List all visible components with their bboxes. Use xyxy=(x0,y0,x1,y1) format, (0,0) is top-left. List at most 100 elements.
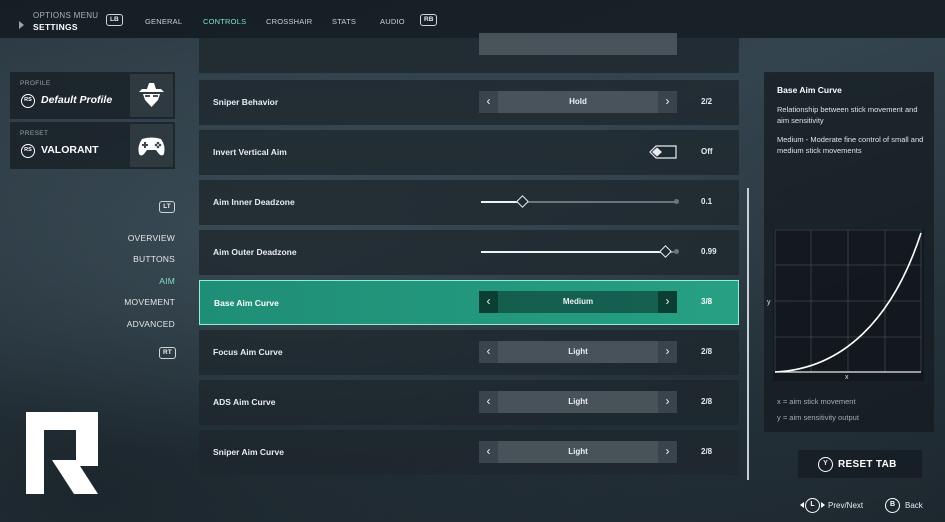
chevron-right-icon[interactable]: › xyxy=(658,291,677,313)
breadcrumb-arrow-icon xyxy=(19,21,24,29)
setting-row-ads-aim-curve[interactable]: ADS Aim Curve ‹ Light › 2/8 xyxy=(199,380,739,425)
brand-logo-icon xyxy=(26,412,98,494)
aim-curve-graph xyxy=(773,229,924,381)
profile-name: Default Profile xyxy=(41,94,113,106)
preset-name: VALORANT xyxy=(41,144,99,156)
chevron-right-icon[interactable]: › xyxy=(658,391,677,413)
option-value: Light xyxy=(568,447,588,456)
slider-end xyxy=(674,249,679,254)
rs-button-icon: RS xyxy=(21,144,35,158)
setting-label: Base Aim Curve xyxy=(214,298,279,308)
profile-card[interactable]: PROFILE RS Default Profile xyxy=(10,72,175,119)
setting-row-invert-vertical-aim[interactable]: Invert Vertical Aim Off xyxy=(199,130,739,175)
option-value: Hold xyxy=(569,97,587,106)
preset-caption: PRESET xyxy=(20,130,49,137)
page-title: SETTINGS xyxy=(33,22,78,32)
right-arrow-icon xyxy=(821,502,825,508)
setting-label: ADS Aim Curve xyxy=(213,397,276,407)
option-count: 2/8 xyxy=(701,447,713,456)
nav-buttons[interactable]: BUTTONS xyxy=(133,254,175,264)
option-cycler[interactable]: ‹ Light › xyxy=(479,391,677,413)
option-cycler[interactable]: ‹ Hold › xyxy=(479,91,677,113)
setting-row-sniper-behavior[interactable]: Sniper Behavior ‹ Hold › 2/2 xyxy=(199,80,739,125)
nav-overview[interactable]: OVERVIEW xyxy=(128,233,175,243)
option-cycler[interactable]: ‹ Light › xyxy=(479,341,677,363)
nav-aim[interactable]: AIM xyxy=(159,276,175,286)
rb-button-hint[interactable]: RB xyxy=(420,14,438,26)
info-description: Relationship between stick movement and … xyxy=(777,105,918,125)
top-bar: OPTIONS MENU SETTINGS LB GENERAL CONTROL… xyxy=(0,0,945,38)
setting-label: Aim Outer Deadzone xyxy=(213,247,297,257)
back-hint[interactable]: Back xyxy=(905,501,923,510)
option-value: Light xyxy=(568,397,588,406)
setting-row-sniper-aim-curve[interactable]: Sniper Aim Curve ‹ Light › 2/8 xyxy=(199,430,739,475)
tab-crosshair[interactable]: CROSSHAIR xyxy=(266,17,312,26)
slider-track[interactable] xyxy=(481,195,679,208)
graph-note-x: x = aim stick movement xyxy=(777,397,856,406)
chevron-right-icon[interactable]: › xyxy=(658,341,677,363)
info-title: Base Aim Curve xyxy=(777,85,842,95)
nav-movement[interactable]: MOVEMENT xyxy=(124,297,175,307)
reset-tab-label: RESET TAB xyxy=(838,459,897,470)
slider-track[interactable] xyxy=(481,245,679,258)
prev-next-hint[interactable]: Prev/Next xyxy=(828,501,863,510)
option-value: Medium xyxy=(562,297,594,306)
toggle-state: Off xyxy=(701,147,713,156)
chevron-right-icon[interactable]: › xyxy=(658,91,677,113)
agent-avatar-icon xyxy=(130,74,173,117)
tab-controls[interactable]: CONTROLS xyxy=(203,17,246,26)
setting-row-aim-inner-deadzone[interactable]: Aim Inner Deadzone 0.1 xyxy=(199,180,739,225)
option-count: 2/8 xyxy=(701,347,713,356)
setting-label: Sniper Aim Curve xyxy=(213,447,285,457)
chevron-left-icon[interactable]: ‹ xyxy=(479,391,498,413)
option-count: 2/2 xyxy=(701,97,713,106)
scrollbar[interactable] xyxy=(747,188,749,480)
option-count: 2/8 xyxy=(701,397,713,406)
breadcrumb-parent[interactable]: OPTIONS MENU xyxy=(33,11,98,20)
reset-tab-button[interactable]: Y RESET TAB xyxy=(798,450,922,478)
setting-row-base-aim-curve[interactable]: Base Aim Curve ‹ Medium › 3/8 xyxy=(199,280,739,325)
rs-button-icon: RS xyxy=(21,94,35,108)
slider-fill xyxy=(481,251,666,253)
setting-row-focus-aim-curve[interactable]: Focus Aim Curve ‹ Light › 2/8 xyxy=(199,330,739,375)
toggle-switch[interactable] xyxy=(649,145,677,159)
slider-value: 0.1 xyxy=(701,197,713,206)
graph-note-y: y = aim sensitivity output xyxy=(777,413,859,422)
slider-knob[interactable] xyxy=(659,245,673,258)
lb-button-hint[interactable]: LB xyxy=(106,14,123,26)
gamepad-icon xyxy=(130,124,173,167)
setting-label: Invert Vertical Aim xyxy=(213,147,287,157)
slider-knob[interactable] xyxy=(516,195,530,208)
tab-audio[interactable]: AUDIO xyxy=(380,17,405,26)
partial-cycler xyxy=(479,33,677,55)
tab-stats[interactable]: STATS xyxy=(332,17,356,26)
rt-button-hint[interactable]: RT xyxy=(159,347,176,359)
setting-row-aim-outer-deadzone[interactable]: Aim Outer Deadzone 0.99 xyxy=(199,230,739,275)
slider-end xyxy=(674,199,679,204)
info-detail: Medium - Moderate fine control of small … xyxy=(777,135,924,155)
graph-axis-x: x xyxy=(845,374,849,381)
left-arrow-icon xyxy=(800,502,804,508)
setting-label: Aim Inner Deadzone xyxy=(213,197,295,207)
chevron-left-icon[interactable]: ‹ xyxy=(479,91,498,113)
nav-advanced[interactable]: ADVANCED xyxy=(127,319,175,329)
option-value: Light xyxy=(568,347,588,356)
chevron-left-icon[interactable]: ‹ xyxy=(479,291,498,313)
info-panel: Base Aim Curve Relationship between stic… xyxy=(764,72,934,432)
b-button-icon[interactable]: B xyxy=(885,498,900,513)
y-button-icon: Y xyxy=(818,457,833,472)
slider-value: 0.99 xyxy=(701,247,717,256)
chevron-right-icon[interactable]: › xyxy=(658,441,677,463)
option-cycler[interactable]: ‹ Medium › xyxy=(479,291,677,313)
chevron-left-icon[interactable]: ‹ xyxy=(479,441,498,463)
setting-label: Focus Aim Curve xyxy=(213,347,283,357)
l-stick-icon[interactable]: L xyxy=(805,498,820,513)
chevron-left-icon[interactable]: ‹ xyxy=(479,341,498,363)
graph-axis-y: y xyxy=(767,299,771,306)
option-cycler[interactable]: ‹ Light › xyxy=(479,441,677,463)
lt-button-hint[interactable]: LT xyxy=(159,201,175,213)
preset-card[interactable]: PRESET RS VALORANT xyxy=(10,122,175,169)
option-count: 3/8 xyxy=(701,297,713,306)
setting-row-partial xyxy=(199,33,739,73)
tab-general[interactable]: GENERAL xyxy=(145,17,182,26)
